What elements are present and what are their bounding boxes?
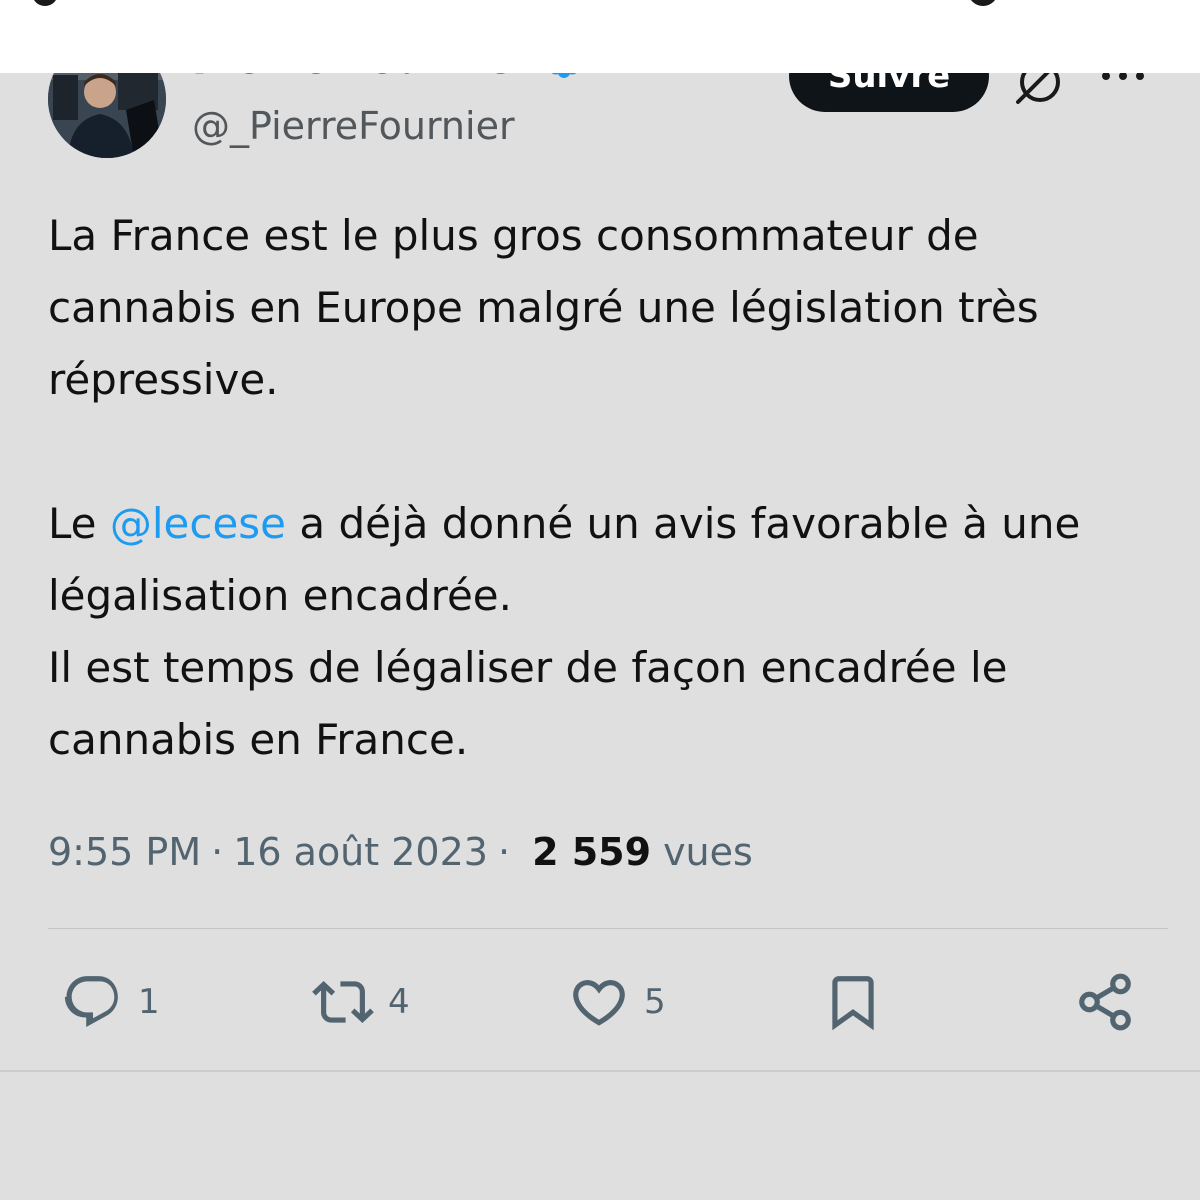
tweet-actions: 1 4 5 <box>0 960 1200 1044</box>
reply-icon <box>64 976 118 1028</box>
share-button[interactable] <box>1074 960 1136 1044</box>
tweet-time[interactable]: 9:55 PM <box>48 830 201 874</box>
divider <box>0 1070 1200 1072</box>
like-button[interactable]: 5 <box>568 960 666 1044</box>
retweet-button[interactable]: 4 <box>312 960 410 1044</box>
tweet-meta: 9:55 PM · 16 août 2023 · 2 559 vues <box>48 822 753 882</box>
overlay-glyph-right <box>968 0 998 6</box>
overlay-glyph-left <box>32 0 58 6</box>
tweet-paragraph-2: Le @lecese a déjà donné un avis favorabl… <box>48 488 1168 632</box>
tweet-text: La France est le plus gros consommateur … <box>48 200 1168 776</box>
heart-icon <box>573 980 625 1026</box>
top-overlay-bar <box>0 0 1200 73</box>
tweet-paragraph-2-prefix: Le <box>48 499 110 548</box>
tweet-paragraph-1: La France est le plus gros consommateur … <box>48 211 1039 404</box>
retweet-count: 4 <box>388 982 410 1022</box>
reply-button[interactable]: 1 <box>62 960 160 1044</box>
mention-link[interactable]: @lecese <box>110 499 286 548</box>
meta-separator: · <box>497 830 511 874</box>
retweet-icon <box>312 981 374 1023</box>
share-icon <box>1079 973 1131 1031</box>
divider <box>48 928 1168 929</box>
bookmark-icon <box>832 976 874 1031</box>
tweet-paragraph-3: Il est temps de légaliser de façon encad… <box>48 643 1008 764</box>
views-label: vues <box>663 830 753 874</box>
tweet-date[interactable]: 16 août 2023 <box>233 830 488 874</box>
meta-separator: · <box>211 830 224 874</box>
overlay-partial-glyphs <box>0 0 1200 6</box>
like-count: 5 <box>644 982 666 1022</box>
views-count[interactable]: 2 559 <box>532 830 651 874</box>
handle[interactable]: @_PierreFournier <box>192 104 515 148</box>
bookmark-button[interactable] <box>822 960 884 1044</box>
reply-count: 1 <box>138 982 160 1022</box>
